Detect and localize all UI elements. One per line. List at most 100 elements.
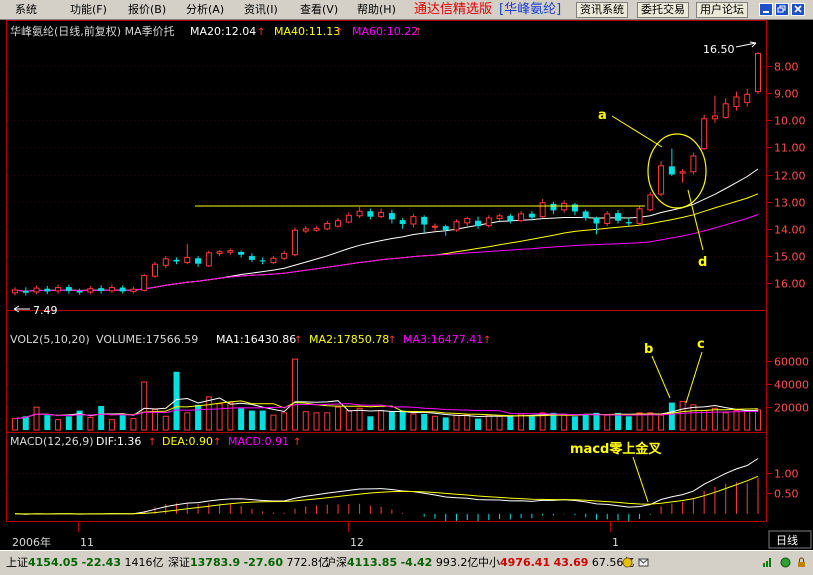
candle — [507, 213, 514, 224]
zx-value: 4976.41 — [500, 556, 551, 569]
y-tick-label: 0.50 — [774, 488, 799, 501]
volume-bar — [195, 404, 202, 430]
y-tick-label: 1.00 — [774, 468, 799, 481]
candle-body — [345, 214, 352, 223]
candle — [76, 288, 83, 295]
menu-function[interactable]: 功能(F) — [70, 3, 107, 17]
volume-bar — [518, 413, 525, 431]
annotation-a-line — [611, 115, 663, 148]
app-window: 系统 功能(F) 报价(B) 分析(A) 资讯(I) 查看(V) 帮助(H) 通… — [0, 0, 813, 575]
volume-bar — [647, 412, 654, 431]
status-index-hs[interactable]: 沪深4113.85 -4.42 993.2亿 — [325, 551, 478, 574]
candle — [270, 256, 277, 265]
status-index-sh[interactable]: 上证4154.05 -22.43 1416亿 — [6, 551, 163, 574]
volume-bar — [281, 412, 288, 431]
candle-body — [378, 212, 385, 218]
close-icon[interactable] — [791, 3, 805, 16]
menu-quote[interactable]: 报价(B) — [128, 3, 166, 17]
alarm-icon[interactable] — [622, 557, 633, 568]
info-system-button[interactable]: 资讯系统 — [576, 2, 628, 18]
restore-glyph — [777, 5, 786, 13]
volume-bar — [65, 416, 72, 430]
candle-body — [108, 287, 115, 292]
candle — [55, 284, 62, 294]
trade-button[interactable]: 委托交易 — [637, 2, 689, 18]
annotation-c: c — [697, 337, 705, 352]
volume-bar — [561, 414, 568, 431]
candle-body — [302, 228, 309, 232]
menu-analysis[interactable]: 分析(A) — [186, 3, 224, 17]
volume-bar — [658, 414, 665, 431]
sh-label: 上证 — [6, 556, 28, 569]
menu-system[interactable]: 系统 — [15, 3, 37, 17]
candle — [248, 253, 255, 263]
macd-cross-annotation: macd零上金叉 — [570, 441, 662, 457]
macd-dif-arrow-icon: ↑ — [148, 437, 156, 448]
candle-body — [281, 252, 288, 259]
candle — [151, 262, 158, 278]
candle — [205, 250, 212, 267]
candle-body — [12, 289, 18, 294]
connection-icon[interactable] — [762, 557, 773, 568]
candle-body — [33, 287, 40, 293]
candle-body — [151, 263, 158, 277]
candle-body — [238, 251, 245, 255]
volume-ma-lines — [14, 397, 759, 420]
candle — [464, 216, 471, 227]
zx-label: 中小 — [478, 556, 500, 569]
candle-body — [528, 213, 535, 218]
candle — [615, 209, 622, 224]
network-status-icon[interactable] — [780, 557, 791, 568]
volume-bar — [248, 410, 255, 430]
candle-body — [604, 213, 611, 224]
macd-dea-arrow-icon: ↑ — [213, 437, 221, 448]
volume-bar — [571, 416, 578, 430]
message-icon[interactable] — [638, 557, 649, 568]
volume-bar — [711, 407, 718, 431]
restore-icon[interactable] — [775, 3, 789, 16]
candle-body — [453, 221, 460, 231]
candle-body — [119, 287, 126, 292]
volume-bar — [356, 407, 363, 431]
menu-view[interactable]: 查看(V) — [300, 3, 338, 17]
candle-body — [216, 251, 223, 254]
minimize-icon[interactable] — [759, 3, 773, 16]
macd-value-label: MACD:0.91 — [228, 435, 289, 448]
sz-label: 深证 — [168, 556, 190, 569]
volume-bar — [755, 409, 761, 431]
volume-bar — [679, 400, 686, 431]
lock-icon[interactable] — [796, 557, 807, 568]
candle-body — [184, 256, 191, 264]
candle-body — [711, 115, 718, 120]
candle — [593, 216, 600, 235]
candle-body — [313, 227, 320, 231]
vol-ma2-arrow-icon: ↑ — [388, 335, 396, 346]
vol-panel-title: VOL2(5,10,20) — [10, 333, 90, 346]
candle — [44, 285, 51, 295]
volume-bar — [464, 414, 471, 431]
annotation-c-line — [685, 351, 703, 404]
candle-body — [227, 250, 234, 253]
y-tick-label: 60000 — [774, 356, 809, 369]
candle — [173, 257, 180, 265]
status-index-zx[interactable]: 中小4976.41 43.69 67.56亿 — [478, 551, 634, 574]
vol-ma3-arrow-icon: ↑ — [483, 335, 491, 346]
candle — [658, 160, 665, 197]
macd-histogram — [25, 478, 759, 522]
status-index-sz[interactable]: 深证13783.9 -27.60 772.8亿 — [168, 551, 329, 574]
candle-body — [291, 229, 298, 256]
time-label-year: 2006年 — [12, 535, 51, 549]
volume-bar — [324, 412, 331, 431]
forum-button[interactable]: 用户论坛 — [696, 2, 748, 18]
kline-chart[interactable]: 华峰氨纶(日线,前复权) MA季价托 MA20:12.04 MA40:11.13… — [0, 20, 813, 550]
candle — [195, 256, 202, 267]
volume-bar — [44, 415, 51, 430]
candle-body — [55, 287, 62, 292]
menu-info[interactable]: 资讯(I) — [244, 3, 278, 17]
menu-help[interactable]: 帮助(H) — [357, 3, 396, 17]
annotation-d: d — [698, 255, 707, 270]
sz-change: -27.60 — [243, 556, 283, 569]
macd-cross-annotation-line — [632, 456, 649, 503]
volume-bar — [184, 412, 191, 431]
vol-ma3-label: MA3:16477.41 — [403, 333, 483, 346]
